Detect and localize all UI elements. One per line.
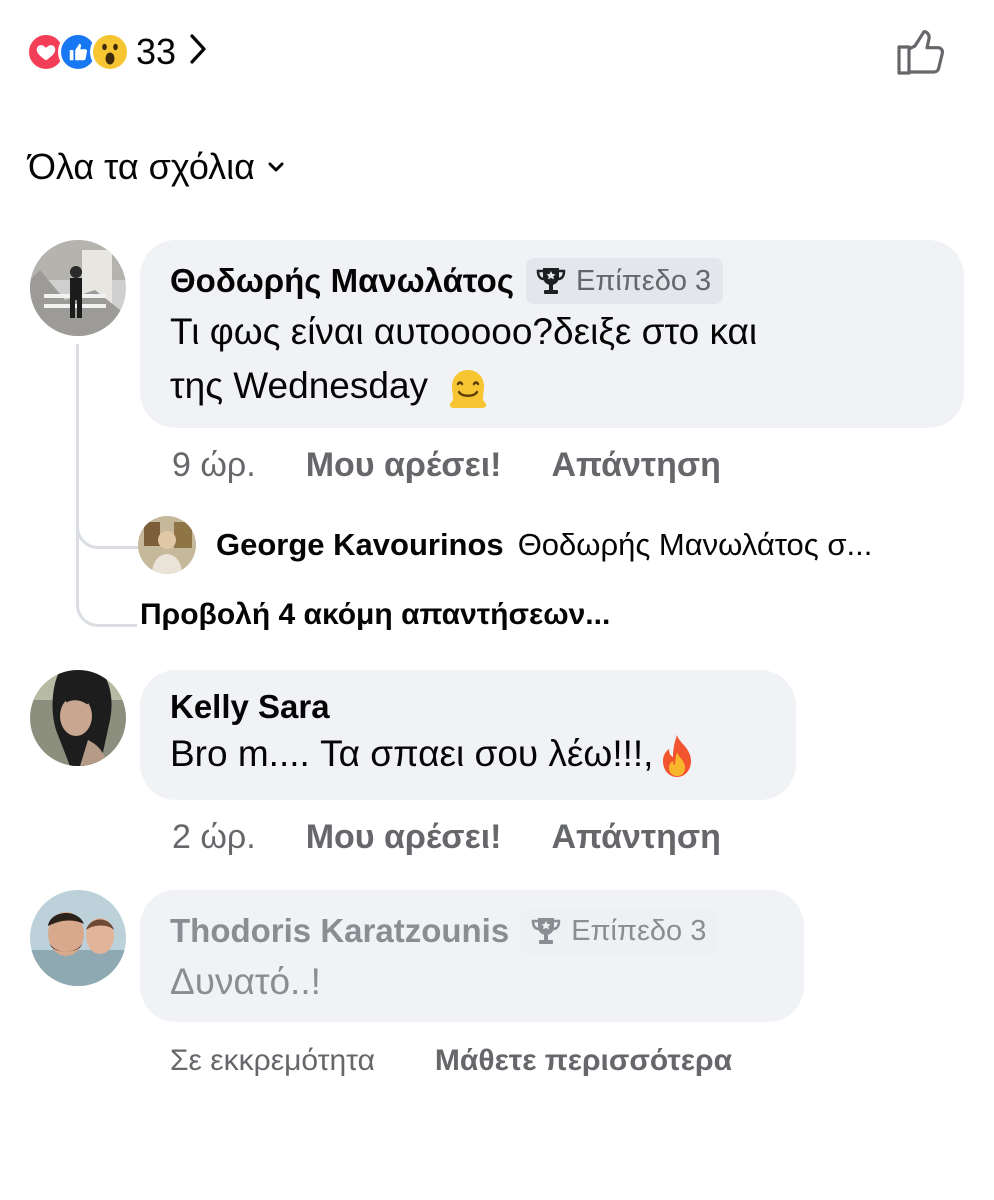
reply-preview[interactable]: George Kavourinos Θοδωρής Μανωλάτος σ... [138,516,872,574]
wow-icon [90,32,130,72]
reply-author[interactable]: George Kavourinos [216,527,504,563]
comment-author[interactable]: Kelly Sara [170,688,330,726]
avatar[interactable] [138,516,196,574]
like-comment-button[interactable]: Μου αρέσει! [306,818,502,857]
pending-status-row: Σε εκκρεμότητα Μάθετε περισσότερα [170,1044,732,1078]
comments-filter[interactable]: Όλα τα σχόλια [28,146,285,188]
badge-label: Επίπεδο 3 [571,914,707,947]
learn-more-link[interactable]: Μάθετε περισσότερα [435,1044,732,1078]
comment-text: Δυνατό..! [170,961,321,1002]
thread-connector [76,580,137,627]
comment-text-content: Bro m.... Τα σπαει σου λέω!!!, [170,733,654,774]
fire-icon [663,735,692,778]
reply-button[interactable]: Απάντηση [551,818,720,857]
pending-status: Σε εκκρεμότητα [170,1044,375,1077]
comment-time[interactable]: 9 ώρ. [172,446,256,485]
reactions-summary[interactable]: 33 [26,30,208,74]
level-badge[interactable]: Επίπεδο 3 [521,908,719,954]
reaction-count: 33 [136,31,177,72]
badge-label: Επίπεδο 3 [576,264,712,297]
reply-button[interactable]: Απάντηση [551,446,720,485]
avatar[interactable] [30,890,126,986]
comment-bubble[interactable]: Θοδωρής Μανωλάτος Επίπεδο 3 Τι φως είναι… [140,240,964,428]
comment-text: Bro m.... Τα σπαει σου λέω!!!, [170,728,766,780]
comment-text-line-2: της Wednesday [170,360,934,412]
comment-actions: 2 ώρ. Μου αρέσει! Απάντηση [172,818,721,857]
thread-line [76,344,79,594]
filter-label: Όλα τα σχόλια [28,146,255,187]
comment-author[interactable]: Θοδωρής Μανωλάτος [170,262,514,300]
avatar[interactable] [30,670,126,766]
comment-text-line-2-text: της Wednesday [170,365,429,406]
thumbs-up-outline-icon [897,30,945,75]
pending-comment-bubble[interactable]: Thodoris Karatzounis Επίπεδο 3 Δυνατό..! [140,890,804,1022]
avatar[interactable] [30,240,126,336]
like-button[interactable] [894,24,948,78]
trophy-icon [536,268,566,294]
chevron-down-icon [268,162,284,172]
melting-face-icon [450,370,487,409]
comment-bubble[interactable]: Kelly Sara Bro m.... Τα σπαει σου λέω!!!… [140,670,796,800]
reply-snippet: Θοδωρής Μανωλάτος σ... [517,527,873,562]
level-badge[interactable]: Επίπεδο 3 [526,258,724,304]
comment-actions: 9 ώρ. Μου αρέσει! Απάντηση [172,446,721,485]
like-comment-button[interactable]: Μου αρέσει! [306,446,502,485]
thread-connector [76,500,139,549]
view-more-replies-link[interactable]: Προβολή 4 ακόμη απαντήσεων... [140,598,610,632]
chevron-right-icon [188,33,208,71]
comment-time[interactable]: 2 ώρ. [172,818,256,857]
trophy-icon [531,918,561,944]
comment-author[interactable]: Thodoris Karatzounis [170,912,509,950]
comment-text-line-1: Τι φως είναι αυτοοοοο?δειξε στο και [170,311,758,352]
